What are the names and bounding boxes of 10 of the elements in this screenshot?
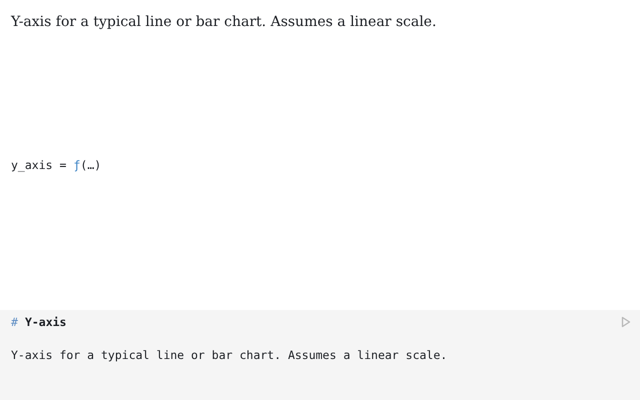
- function-symbol[interactable]: ƒ: [73, 157, 80, 173]
- run-icon[interactable]: [621, 316, 631, 328]
- heading-text: Y-axis: [24, 314, 66, 330]
- body-text: Y-axis for a typical line or bar chart. Assumes a linear scale.: [11, 347, 448, 363]
- output-text: Y-axis for a typical line or bar chart. Assumes a linear scale.: [11, 13, 438, 32]
- heading-marker: #: [11, 314, 18, 330]
- variable-name: y_axis: [11, 157, 53, 173]
- code-editor[interactable]: # Y-axis Y-axis for a typical line or bar chart. Assumes a linear scale.: [0, 310, 640, 400]
- equals-sign: =: [60, 157, 66, 173]
- function-args: (…): [80, 157, 102, 173]
